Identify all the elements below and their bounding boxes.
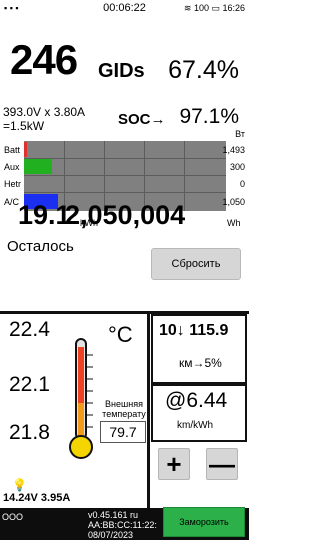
voltage-current-text: 393.0V x 3.80A [3,105,86,119]
device-info: v0.45.161 ru AA:BB:CC:11:22: 08/07/2023 [88,510,157,540]
total-wh-unit: Wh [227,218,241,228]
aux-battery: 14.24V 3.95A [3,492,71,504]
range-value: 10↓ 115.9 [159,322,229,339]
bulb-icon: 💡 [12,478,27,492]
temp-unit: °C [108,322,133,347]
soc-value: 97.1% [179,105,239,128]
thermometer-icon [69,338,93,459]
status-icons-right: ≋ 100 ▭ 16:26 [183,3,245,13]
bottom-left-indicator: OOO [2,512,24,522]
value-batt: 1,493 [222,145,245,155]
soc-label: SOC→ [118,111,166,128]
temp-3: 21.8 [9,421,50,444]
gridline [24,175,226,176]
battery-summary: 246 GIDs 67.4% 393.0V x 3.80A =1.5kW SOC… [0,16,249,138]
external-temp-label: Внешняя температу [102,399,146,419]
increase-button[interactable]: + [158,448,190,480]
temp-1: 22.4 [9,318,50,341]
efficiency-value: @6.44 [165,389,228,412]
gids-percent: 67.4% [168,56,239,84]
label-hetr: Hetr [4,179,22,189]
remaining-kwh: 19.1 [18,200,71,230]
freeze-button[interactable]: Заморозить [163,507,245,537]
efficiency-unit: km/kWh [177,420,214,431]
gids-unit: GIDs [98,60,145,82]
scale-unit: Вт [235,129,245,139]
label-batt: Batt [4,145,21,155]
bar-batt [24,142,27,157]
remaining-label: Осталось [7,238,74,255]
label-aux: Aux [4,162,20,172]
efficiency-box: @6.44 km/kWh [151,384,247,442]
gids-value: 246 [10,36,78,83]
external-temp-value: 79.7 [100,421,146,443]
bar-aux [24,159,52,174]
total-wh: 2,050,004 [65,200,186,230]
gridline [24,158,226,159]
reset-button[interactable]: Сбросить [151,248,241,280]
device-date: 08/07/2023 [88,530,134,540]
range-box: 10↓ 115.9 км→5% [151,314,247,384]
energy-panel: 19.1 kWh 2,050,004 Wh Осталось Сбросить [0,200,249,312]
value-hetr: 0 [239,179,245,189]
app-version: v0.45.161 ru [88,510,139,520]
value-aux: 300 [229,162,245,172]
device-mac: AA:BB:CC:11:22: [88,520,157,530]
temp-2: 22.1 [9,373,50,396]
status-bar: ▪ ▪ ▪ 00:06:22 ≋ 100 ▭ 16:26 [0,0,249,16]
range-unit: км→5% [179,356,222,370]
decrease-button[interactable]: — [206,448,238,480]
gridline [24,192,226,193]
